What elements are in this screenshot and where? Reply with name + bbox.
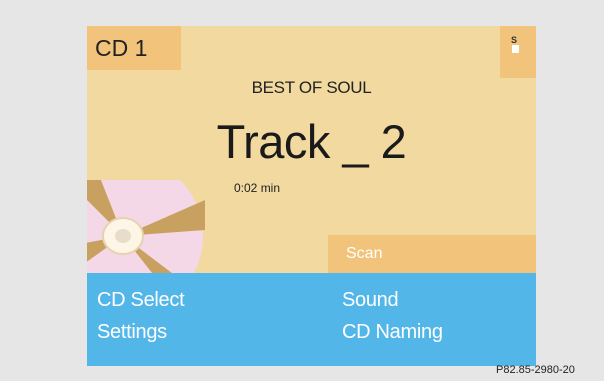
sound-menu-item[interactable]: Sound	[342, 289, 399, 312]
settings-menu-item[interactable]: Settings	[97, 321, 167, 344]
figure-caption: P82.85-2980-20	[496, 364, 575, 376]
track-title: Track _ 2	[216, 115, 407, 168]
scan-button[interactable]: Scan	[328, 235, 536, 273]
cd-select-menu-item[interactable]: CD Select	[97, 289, 185, 312]
status-square-icon	[512, 45, 519, 53]
status-s-icon: S	[511, 35, 518, 45]
status-indicator: S	[500, 26, 536, 78]
album-title: BEST OF SOUL	[251, 78, 372, 97]
cd-naming-menu-item[interactable]: CD Naming	[342, 321, 443, 344]
softkey-menu: CD Select Settings Sound CD Naming	[87, 273, 536, 366]
audio-display: CD 1 S BEST OF SOUL Track _ 2 0:02 min S…	[87, 26, 536, 366]
elapsed-time: 0:02 min	[234, 181, 281, 195]
source-label: CD 1	[87, 26, 181, 70]
